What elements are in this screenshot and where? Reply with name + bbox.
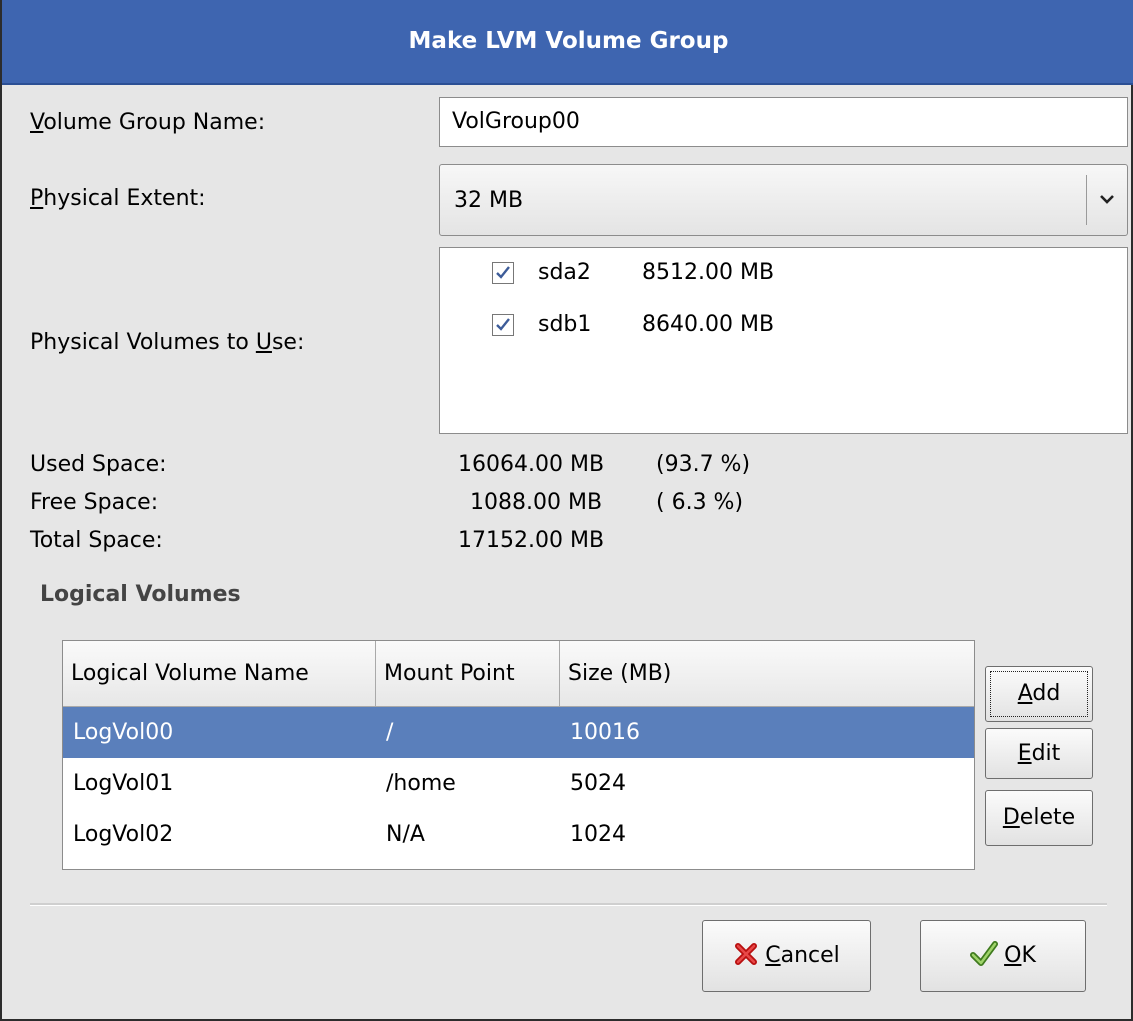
column-header-size[interactable]: Size (MB) <box>560 641 974 707</box>
checkmark-icon <box>496 266 510 279</box>
lv-mount: N/A <box>386 822 425 847</box>
cancel-button[interactable]: Cancel <box>702 920 871 992</box>
pv-checkbox[interactable] <box>492 262 514 284</box>
dialog-title: Make LVM Volume Group <box>2 0 1133 85</box>
lv-mount: /home <box>386 771 456 796</box>
edit-button[interactable]: Edit <box>985 728 1093 779</box>
lv-name: LogVol00 <box>73 720 174 745</box>
free-space-label: Free Space: <box>30 490 159 515</box>
total-space-label: Total Space: <box>30 528 163 553</box>
add-button[interactable]: Add <box>985 666 1093 722</box>
vg-name-input[interactable]: VolGroup00 <box>439 97 1128 147</box>
pv-size: 8640.00 MB <box>642 312 775 337</box>
green-check-icon <box>970 941 999 966</box>
vg-name-label-text: olume Group Name: <box>43 110 266 135</box>
used-space-label: Used Space: <box>30 452 167 477</box>
lv-mount: / <box>386 720 394 745</box>
action-separator <box>30 903 1107 906</box>
vg-name-label: Volume Group Name: <box>30 110 266 135</box>
table-row[interactable]: LogVol02 N/A 1024 <box>63 809 974 860</box>
lv-name: LogVol02 <box>73 822 174 847</box>
lvm-dialog: Make LVM Volume Group Volume Group Name:… <box>0 0 1133 1021</box>
pv-row[interactable]: sdb1 8640.00 MB <box>492 312 1092 342</box>
total-space-value: 17152.00 MB <box>458 528 605 553</box>
table-row[interactable]: LogVol01 /home 5024 <box>63 758 974 809</box>
pe-value: 32 MB <box>454 188 524 213</box>
pe-label: Physical Extent: <box>30 186 206 211</box>
pv-size: 8512.00 MB <box>642 260 775 285</box>
chevron-down-icon <box>1100 195 1114 204</box>
lv-size: 1024 <box>570 822 626 847</box>
used-space-value: 16064.00 MB <box>458 452 605 477</box>
focus-ring <box>990 671 1088 717</box>
logical-volumes-table[interactable]: Logical Volume Name Mount Point Size (MB… <box>62 640 975 870</box>
pv-row[interactable]: sda2 8512.00 MB <box>492 260 1092 290</box>
pv-name: sdb1 <box>538 312 592 337</box>
pv-label: Physical Volumes to Use: <box>30 330 305 355</box>
checkmark-icon <box>496 318 510 331</box>
pv-name: sda2 <box>538 260 591 285</box>
combo-separator <box>1086 175 1087 225</box>
pv-checkbox[interactable] <box>492 314 514 336</box>
logical-volumes-heading: Logical Volumes <box>40 582 241 607</box>
pe-combobox[interactable]: 32 MB <box>439 164 1128 236</box>
lv-name: LogVol01 <box>73 771 174 796</box>
ok-button[interactable]: OK <box>920 920 1086 992</box>
table-row[interactable]: LogVol00 / 10016 <box>63 707 974 758</box>
column-header-mount[interactable]: Mount Point <box>376 641 560 707</box>
lv-size: 10016 <box>570 720 640 745</box>
lv-size: 5024 <box>570 771 626 796</box>
red-x-icon <box>735 943 758 965</box>
column-header-name[interactable]: Logical Volume Name <box>63 641 376 707</box>
free-space-pct: ( 6.3 %) <box>656 490 744 515</box>
used-space-pct: (93.7 %) <box>656 452 751 477</box>
free-space-value: 1088.00 MB <box>470 490 603 515</box>
delete-button[interactable]: Delete <box>985 790 1093 846</box>
pv-list[interactable]: sda2 8512.00 MB sdb1 8640.00 MB <box>439 247 1128 434</box>
